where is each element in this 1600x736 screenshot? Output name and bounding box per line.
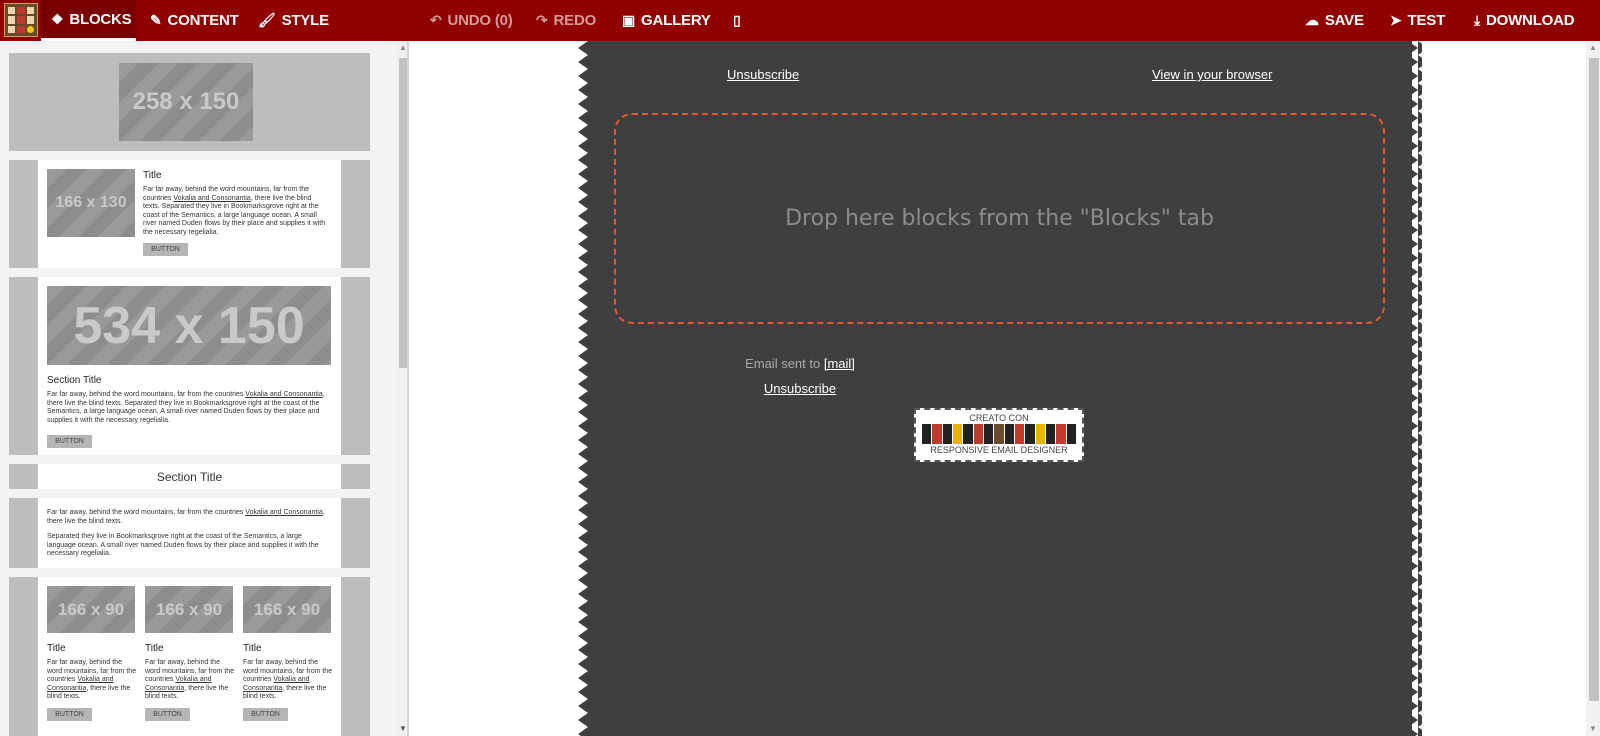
badge-top-text: CREATO CON: [969, 413, 1029, 423]
download-button[interactable]: ⤓ DOWNLOAD: [1474, 0, 1575, 41]
cloud-upload-icon: ☁: [1305, 12, 1319, 28]
paper-plane-icon: ➤: [1390, 12, 1402, 28]
unsubscribe-link-top[interactable]: Unsubscribe: [727, 67, 799, 82]
image-placeholder: 166 x 90: [243, 586, 331, 633]
mosaico-wordmark-logo: [922, 424, 1076, 444]
block-title: Title: [143, 170, 162, 181]
scroll-up-arrow-icon[interactable]: ▲: [396, 43, 407, 52]
undo-button[interactable]: ↶ UNDO (0): [430, 0, 513, 41]
image-placeholder: 258 x 150: [119, 63, 253, 141]
download-label: DOWNLOAD: [1486, 12, 1575, 29]
mail-tag-link[interactable]: [mail]: [824, 356, 855, 371]
undo-icon: ↶: [430, 12, 442, 28]
scroll-down-arrow-icon[interactable]: ▼: [396, 724, 407, 733]
block-text: Far far away, behind the word mountains,…: [47, 391, 325, 424]
undo-label: UNDO (0): [447, 12, 513, 29]
block-button: BUTTON: [47, 708, 92, 721]
tab-style[interactable]: 🖌 STYLE: [258, 0, 329, 41]
download-icon: ⤓: [1474, 12, 1480, 28]
test-button[interactable]: ➤ TEST: [1390, 0, 1445, 41]
block-text: Far far away, behind the word mountains,…: [145, 659, 235, 700]
image-placeholder: 166 x 90: [47, 586, 135, 633]
block-text: Far far away, behind the word mountains,…: [243, 659, 333, 700]
scroll-thumb[interactable]: [1589, 58, 1599, 701]
unsubscribe-link-bottom[interactable]: Unsubscribe: [0, 381, 1600, 396]
block-image-text[interactable]: 166 x 130 Title Far far away, behind the…: [9, 160, 370, 268]
save-button[interactable]: ☁ SAVE: [1305, 0, 1364, 41]
canvas-scrollbar[interactable]: ▲ ▼: [1586, 41, 1600, 736]
image-placeholder: 166 x 130: [47, 169, 135, 237]
block-button: BUTTON: [243, 708, 288, 721]
tab-blocks[interactable]: ❖ BLOCKS: [41, 0, 136, 41]
mosaico-logo: [4, 3, 38, 37]
tab-content-label: CONTENT: [167, 12, 239, 29]
block-text: Far far away, behind the word mountains,…: [143, 186, 326, 236]
drop-zone[interactable]: Drop here blocks from the "Blocks" tab: [614, 113, 1385, 324]
toolbar: ❖ BLOCKS ✎ CONTENT 🖌 STYLE ↶ UNDO (0) ↷ …: [0, 0, 1600, 41]
save-label: SAVE: [1324, 12, 1364, 29]
block-button: BUTTON: [143, 243, 188, 256]
cubes-icon: ❖: [51, 10, 64, 27]
block-section-title[interactable]: Section Title: [9, 464, 370, 489]
gallery-button[interactable]: ▣ GALLERY: [622, 0, 711, 41]
block-title: Section Title: [156, 469, 223, 484]
mobile-preview-button[interactable]: ▯: [733, 0, 747, 41]
tab-style-label: STYLE: [281, 12, 330, 29]
block-paragraph: Separated they live in Bookmarksgrove ri…: [47, 533, 319, 557]
redo-icon: ↷: [536, 12, 548, 28]
badge-bottom-text: RESPONSIVE EMAIL DESIGNER: [930, 445, 1068, 455]
block-title: Title: [47, 643, 66, 654]
block-paragraph: Far far away, behind the word mountains,…: [47, 509, 325, 525]
tab-blocks-label: BLOCKS: [69, 10, 132, 28]
block-title: Title: [145, 643, 164, 654]
mosaico-badge[interactable]: CREATO CON RESPONSIVE EMAIL DESIGNER: [914, 408, 1084, 462]
mobile-icon: ▯: [733, 12, 741, 28]
block-button: BUTTON: [145, 708, 190, 721]
block-image[interactable]: 258 x 150: [9, 53, 370, 151]
block-text[interactable]: Far far away, behind the word mountains,…: [9, 498, 370, 568]
brush-icon: 🖌: [258, 12, 276, 28]
image-placeholder: 534 x 150: [47, 286, 331, 365]
redo-label: REDO: [553, 12, 597, 29]
block-text: Far far away, behind the word mountains,…: [47, 659, 137, 700]
block-three-columns[interactable]: 166 x 90 Title Far far away, behind the …: [9, 577, 370, 736]
scroll-down-arrow-icon[interactable]: ▼: [1586, 724, 1600, 733]
scroll-up-arrow-icon[interactable]: ▲: [1586, 43, 1600, 52]
drop-zone-text: Drop here blocks from the "Blocks" tab: [785, 206, 1214, 231]
view-in-browser-link[interactable]: View in your browser: [1152, 67, 1272, 82]
email-sent-to: Email sent to [mail]: [745, 356, 855, 371]
block-title: Title: [243, 643, 262, 654]
image-placeholder: 166 x 90: [145, 586, 233, 633]
block-button: BUTTON: [47, 435, 92, 448]
redo-button[interactable]: ↷ REDO: [536, 0, 596, 41]
test-label: TEST: [1407, 12, 1446, 29]
scroll-thumb[interactable]: [399, 58, 407, 368]
image-icon: ▣: [622, 12, 636, 28]
tab-content[interactable]: ✎ CONTENT: [150, 0, 239, 41]
pencil-icon: ✎: [150, 12, 162, 28]
gallery-label: GALLERY: [641, 12, 711, 29]
